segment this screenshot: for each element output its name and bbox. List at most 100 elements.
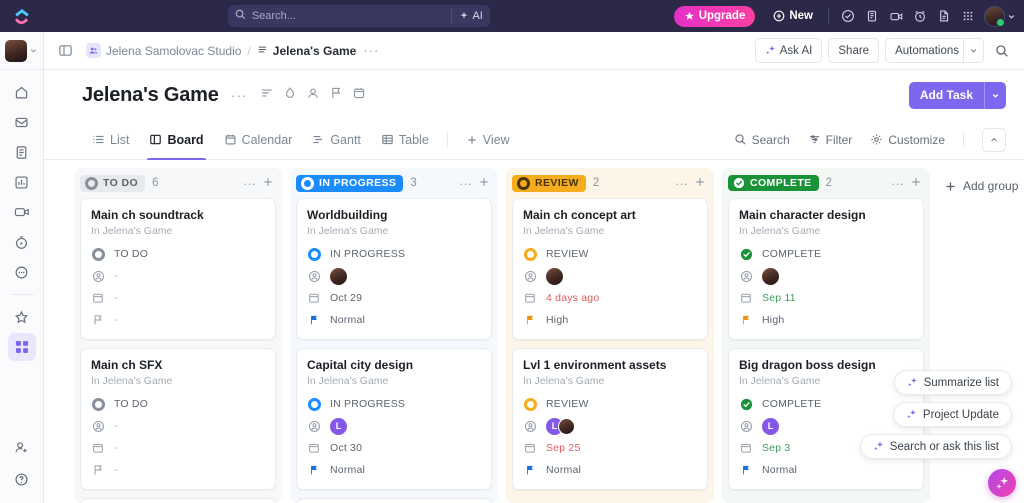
task-status-row[interactable]: COMPLETE [739, 243, 913, 265]
tab-list[interactable]: List [82, 120, 139, 160]
avatar[interactable] [330, 267, 347, 285]
tab-board[interactable]: Board [139, 120, 213, 160]
task-card[interactable]: Lvl 1 environment assets In Jelena's Gam… [512, 348, 708, 490]
task-status-row[interactable]: REVIEW [523, 243, 697, 265]
tab-calendar[interactable]: Calendar [214, 120, 303, 160]
tab-gantt[interactable]: Gantt [302, 120, 371, 160]
breadcrumb-current[interactable]: Jelena's Game [257, 44, 356, 58]
task-card[interactable]: Main ch soundtrack In Jelena's Game TO D… [80, 198, 276, 340]
video-camera-icon[interactable] [884, 4, 908, 28]
task-card[interactable]: Capital city design In Jelena's Game IN … [296, 348, 492, 490]
workspace-avatar[interactable] [5, 39, 27, 62]
column-add-icon[interactable] [694, 176, 706, 191]
person-icon[interactable] [306, 86, 320, 105]
task-card[interactable]: Main character design In Jelena's Game C… [728, 198, 924, 340]
sidebar-item-docs[interactable] [8, 138, 36, 166]
task-date-row[interactable]: 4 days ago [523, 287, 697, 309]
ask-ai-button[interactable]: Ask AI [754, 38, 823, 63]
task-assignee-row[interactable]: - [91, 265, 265, 287]
task-status-row[interactable]: REVIEW [523, 393, 697, 415]
task-status-row[interactable]: TO DO [91, 393, 265, 415]
task-date-row[interactable]: - [91, 287, 265, 309]
customize-button[interactable]: Customize [862, 127, 953, 153]
task-priority-row[interactable]: Normal [307, 459, 481, 481]
task-assignee-row[interactable]: L [523, 415, 697, 437]
add-task-row[interactable]: Add Task [728, 498, 924, 503]
breadcrumb-more-button[interactable]: ··· [363, 43, 379, 58]
status-badge[interactable]: COMPLETE [728, 175, 819, 191]
task-assignee-row[interactable] [523, 265, 697, 287]
sidebar-item-timer[interactable] [8, 228, 36, 256]
add-task-caret-icon[interactable] [984, 81, 1006, 109]
help-icon[interactable] [8, 465, 36, 493]
chevron-down-icon[interactable] [963, 39, 983, 62]
add-view-button[interactable]: View [456, 120, 520, 160]
search-ai-button[interactable]: AI [451, 9, 483, 23]
column-more-icon[interactable]: ··· [891, 176, 904, 191]
invite-user-icon[interactable] [8, 433, 36, 461]
sidebar-item-chat[interactable] [8, 258, 36, 286]
sort-icon[interactable] [260, 86, 274, 105]
sidebar-item-home[interactable] [8, 78, 36, 106]
search-button[interactable]: Search [726, 127, 798, 153]
column-add-icon[interactable] [478, 176, 490, 191]
task-card[interactable]: Worldbuilding In Jelena's Game IN PROGRE… [296, 198, 492, 340]
task-priority-row[interactable]: Normal [307, 309, 481, 331]
clipboard-icon[interactable] [860, 4, 884, 28]
alarm-clock-icon[interactable] [908, 4, 932, 28]
avatar[interactable] [558, 417, 575, 435]
task-status-row[interactable]: TO DO [91, 243, 265, 265]
breadcrumb-space[interactable]: Jelena Samolovac Studio [86, 43, 241, 58]
share-button[interactable]: Share [828, 38, 880, 63]
ai-assistant-fab[interactable] [988, 469, 1016, 497]
page-more-button[interactable]: ··· [231, 87, 248, 103]
add-task-row[interactable]: Add Task [512, 498, 708, 503]
status-badge[interactable]: REVIEW [512, 174, 586, 192]
ai-summarize-list-button[interactable]: Summarize list [893, 370, 1012, 395]
column-cards[interactable]: Main ch concept art In Jelena's Game REV… [506, 198, 714, 503]
column-add-icon[interactable] [262, 176, 274, 191]
add-group-button[interactable]: Add group [938, 168, 1018, 198]
avatar[interactable] [984, 5, 1005, 27]
upgrade-button[interactable]: Upgrade [673, 5, 756, 27]
task-card[interactable]: Main ch backstory In Jelena's Game [80, 498, 276, 503]
column-cards[interactable]: Worldbuilding In Jelena's Game IN PROGRE… [290, 198, 498, 503]
avatar-group[interactable]: L [546, 417, 575, 435]
task-assignee-row[interactable] [307, 265, 481, 287]
task-assignee-row[interactable]: L [307, 415, 481, 437]
task-date-row[interactable]: - [91, 437, 265, 459]
task-priority-row[interactable]: - [91, 459, 265, 481]
task-priority-row[interactable]: High [523, 309, 697, 331]
sidebar-item-inbox[interactable] [8, 108, 36, 136]
sidebar-item-favorites[interactable] [8, 303, 36, 331]
task-status-row[interactable]: IN PROGRESS [307, 393, 481, 415]
avatar[interactable]: L [762, 417, 779, 435]
check-circle-icon[interactable] [836, 4, 860, 28]
task-date-row[interactable]: Oct 30 [307, 437, 481, 459]
task-priority-row[interactable]: - [91, 309, 265, 331]
task-priority-row[interactable]: High [739, 309, 913, 331]
chevron-up-icon[interactable] [982, 127, 1006, 152]
task-priority-row[interactable]: Normal [739, 459, 913, 481]
new-button[interactable]: New [765, 6, 821, 27]
task-assignee-row[interactable] [739, 265, 913, 287]
apps-grid-icon[interactable] [956, 4, 980, 28]
search-icon[interactable] [990, 39, 1014, 63]
sidebar-item-dashboards[interactable] [8, 168, 36, 196]
ai-project-update-button[interactable]: Project Update [892, 402, 1012, 427]
avatar[interactable] [546, 267, 563, 285]
column-more-icon[interactable]: ··· [675, 176, 688, 191]
task-date-row[interactable]: Sep 11 [739, 287, 913, 309]
task-card[interactable]: Main ch concept art In Jelena's Game REV… [512, 198, 708, 340]
flag-icon[interactable] [329, 86, 343, 105]
column-add-icon[interactable] [910, 176, 922, 191]
tab-table[interactable]: Table [371, 120, 439, 160]
task-status-row[interactable]: IN PROGRESS [307, 243, 481, 265]
column-more-icon[interactable]: ··· [243, 176, 256, 191]
column-cards[interactable]: Main ch soundtrack In Jelena's Game TO D… [74, 198, 282, 503]
user-menu[interactable] [984, 5, 1016, 27]
clickup-logo-icon[interactable] [0, 0, 44, 32]
water-drop-icon[interactable] [283, 86, 297, 105]
search-input[interactable]: Search... AI [227, 5, 490, 27]
ai-search-or-ask-button[interactable]: Search or ask this list [859, 434, 1012, 459]
